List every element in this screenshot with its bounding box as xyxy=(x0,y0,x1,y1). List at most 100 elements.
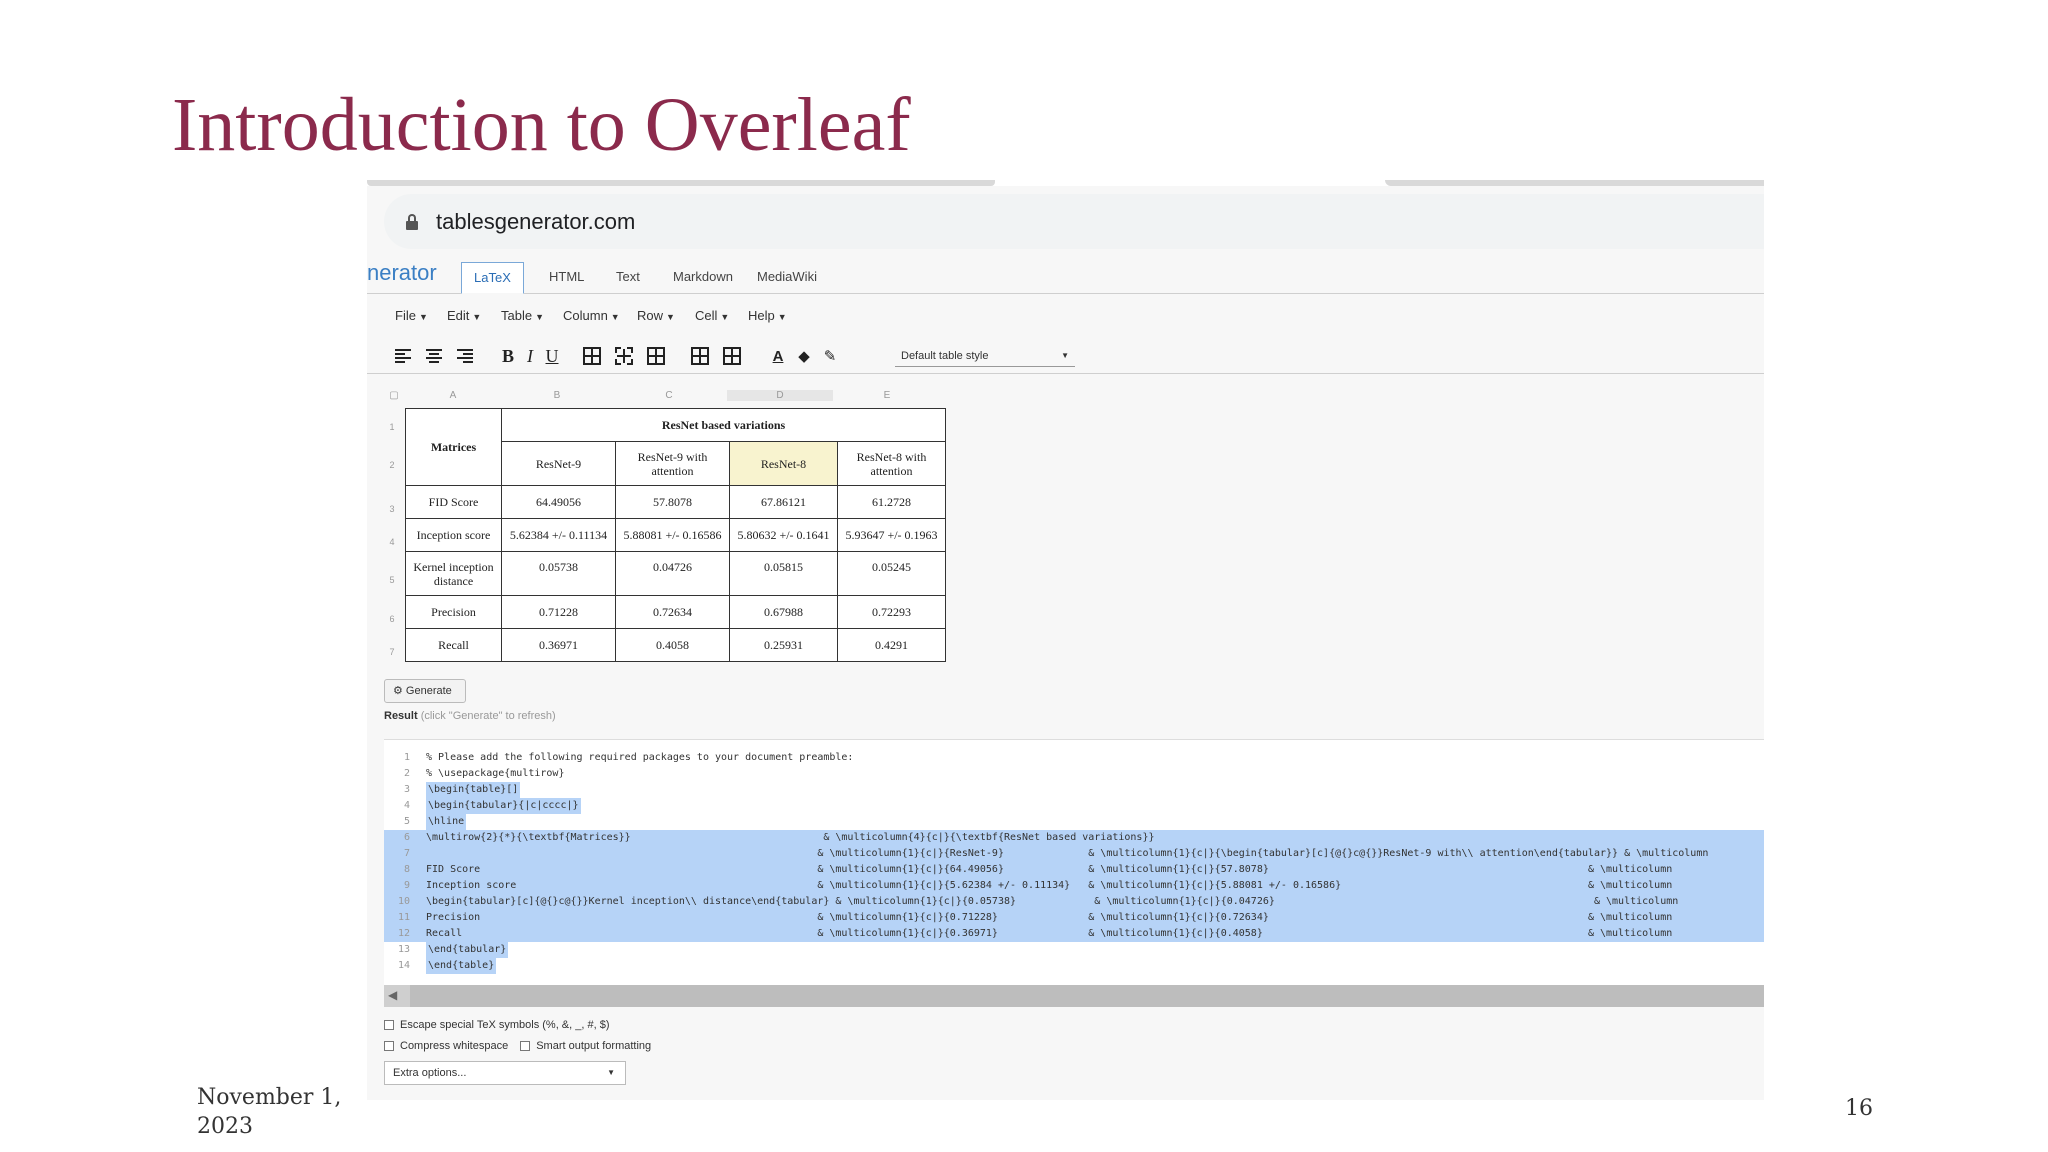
code-line[interactable]: 13 \end{tabular} xyxy=(384,942,1764,958)
underline-icon[interactable]: U xyxy=(541,345,563,367)
align-left-icon[interactable] xyxy=(392,345,414,367)
merge-cells-icon[interactable] xyxy=(689,345,711,367)
menu-file[interactable]: File ▼ xyxy=(395,308,428,323)
horizontal-scrollbar[interactable]: ◀ xyxy=(384,985,1764,1007)
table-cell[interactable]: Precision xyxy=(405,595,502,629)
scroll-left-icon[interactable]: ◀ xyxy=(388,988,397,1002)
menu-row[interactable]: Row ▼ xyxy=(637,308,675,323)
align-center-icon[interactable] xyxy=(423,345,445,367)
tab-markdown[interactable]: Markdown xyxy=(661,262,745,294)
menu-table[interactable]: Table ▼ xyxy=(501,308,544,323)
table-cell[interactable]: 0.05738 xyxy=(501,551,616,596)
clear-borders-icon[interactable] xyxy=(645,345,667,367)
all-borders-icon[interactable] xyxy=(581,345,603,367)
column-header-a[interactable]: A xyxy=(405,390,501,401)
table-cell[interactable]: 0.05245 xyxy=(837,551,946,596)
code-line[interactable]: 9 Inception score & \multicolumn{1}{c|}{5… xyxy=(384,878,1764,894)
table-cell[interactable]: 0.36971 xyxy=(501,628,616,662)
table-cell[interactable]: 0.72293 xyxy=(837,595,946,629)
table-cell[interactable]: 5.80632 +/- 0.1641 xyxy=(729,518,838,552)
column-header-d[interactable]: D xyxy=(727,390,833,401)
compress-whitespace-checkbox[interactable] xyxy=(384,1041,394,1051)
table-cell[interactable]: Recall xyxy=(405,628,502,662)
column-header-b[interactable]: B xyxy=(501,390,613,401)
column-header-c[interactable]: C xyxy=(613,390,725,401)
code-line[interactable]: 6 \multirow{2}{*}{\textbf{Matrices}} & \m… xyxy=(384,830,1764,846)
escape-tex-checkbox[interactable] xyxy=(384,1020,394,1030)
table-cell[interactable]: 0.72634 xyxy=(615,595,730,629)
table-cell[interactable]: 0.4291 xyxy=(837,628,946,662)
row-header-6[interactable]: 6 xyxy=(385,614,399,624)
code-text: \begin{tabular}[c]{@{}c@{}}Kernel incept… xyxy=(426,896,1679,907)
row-header-3[interactable]: 3 xyxy=(385,504,399,514)
tab-mediawiki[interactable]: MediaWiki xyxy=(745,262,829,294)
table-cell[interactable]: 61.2728 xyxy=(837,485,946,519)
table-cell[interactable]: ResNet-9 xyxy=(501,441,616,486)
table-cell[interactable]: Inception score xyxy=(405,518,502,552)
menu-help[interactable]: Help ▼ xyxy=(748,308,787,323)
code-line[interactable]: 14 \end{table} xyxy=(384,958,1764,974)
result-hint: (click "Generate" to refresh) xyxy=(420,710,556,722)
extra-options-select[interactable]: Extra options... ▼ xyxy=(384,1061,626,1085)
table-cell[interactable]: 5.93647 +/- 0.1963 xyxy=(837,518,946,552)
code-line[interactable]: 3 \begin{table}[] xyxy=(384,782,1764,798)
table-cell[interactable]: 0.25931 xyxy=(729,628,838,662)
table-cell[interactable]: 64.49056 xyxy=(501,485,616,519)
row-header-4[interactable]: 4 xyxy=(385,537,399,547)
row-header-2[interactable]: 2 xyxy=(385,460,399,470)
code-line[interactable]: 5 \hline xyxy=(384,814,1764,830)
code-line[interactable]: 7 & \multicolumn{1}{c|}{ResNet-9} & \mul… xyxy=(384,846,1764,862)
table-cell[interactable]: Kernel inception distance xyxy=(405,551,502,596)
scrollbar-thumb[interactable] xyxy=(410,985,1764,1007)
compress-whitespace-option[interactable]: Compress whitespace Smart output formatti… xyxy=(384,1040,651,1052)
row-header-7[interactable]: 7 xyxy=(385,647,399,657)
code-line[interactable]: 11 Precision & \multicolumn{1}{c|}{0.7122… xyxy=(384,910,1764,926)
generate-button[interactable]: ⚙ Generate xyxy=(384,679,466,703)
table-cell[interactable]: ResNet based variations xyxy=(501,408,946,442)
site-logo: nerator xyxy=(367,260,437,285)
italic-icon[interactable]: I xyxy=(519,345,541,367)
code-line[interactable]: 2 % \usepackage{multirow} xyxy=(384,766,1764,782)
table-cell[interactable]: 0.4058 xyxy=(615,628,730,662)
table-cell[interactable]: 67.86121 xyxy=(729,485,838,519)
table-cell[interactable]: 0.04726 xyxy=(615,551,730,596)
tab-latex[interactable]: LaTeX xyxy=(461,262,524,294)
latex-output-editor[interactable]: 1 % Please add the following required pac… xyxy=(384,739,1764,989)
tab-text[interactable]: Text xyxy=(604,262,652,294)
tab-html[interactable]: HTML xyxy=(537,262,596,294)
table-cell[interactable]: 5.62384 +/- 0.11134 xyxy=(501,518,616,552)
code-line[interactable]: 8 FID Score & \multicolumn{1}{c|}{64.4905… xyxy=(384,862,1764,878)
select-all-corner[interactable]: ▢ xyxy=(389,390,399,401)
table-cell[interactable]: 0.67988 xyxy=(729,595,838,629)
code-line[interactable]: 4 \begin{tabular}{|c|cccc|} xyxy=(384,798,1764,814)
table-cell[interactable]: 5.88081 +/- 0.16586 xyxy=(615,518,730,552)
row-header-5[interactable]: 5 xyxy=(385,575,399,585)
fill-color-icon[interactable]: ◆ xyxy=(793,345,815,367)
split-cells-icon[interactable] xyxy=(721,345,743,367)
table-cell[interactable]: FID Score xyxy=(405,485,502,519)
smart-formatting-checkbox[interactable] xyxy=(520,1041,531,1051)
text-color-icon[interactable]: A xyxy=(767,345,789,367)
escape-tex-option[interactable]: Escape special TeX symbols (%, &, _, #, … xyxy=(384,1019,610,1031)
row-header-1[interactable]: 1 xyxy=(385,422,399,432)
table-cell[interactable]: Matrices xyxy=(405,408,502,486)
table-cell[interactable]: ResNet-8 with attention xyxy=(837,441,946,486)
address-bar[interactable]: tablesgenerator.com xyxy=(384,194,1764,249)
code-line[interactable]: 12 Recall & \multicolumn{1}{c|}{0.36971} … xyxy=(384,926,1764,942)
table-cell-selected[interactable]: ResNet-8 xyxy=(729,441,838,486)
menu-edit[interactable]: Edit ▼ xyxy=(447,308,481,323)
menu-cell[interactable]: Cell ▼ xyxy=(695,308,729,323)
dashed-borders-icon[interactable] xyxy=(613,345,635,367)
column-header-e[interactable]: E xyxy=(833,390,941,401)
table-cell[interactable]: ResNet-9 with attention xyxy=(615,441,730,486)
menu-column[interactable]: Column ▼ xyxy=(563,308,620,323)
align-right-icon[interactable] xyxy=(454,345,476,367)
table-cell[interactable]: 0.71228 xyxy=(501,595,616,629)
bold-icon[interactable]: B xyxy=(497,345,519,367)
code-line[interactable]: 10 \begin{tabular}[c]{@{}c@{}}Kernel ince… xyxy=(384,894,1764,910)
clear-format-icon[interactable]: ✎ xyxy=(819,345,841,367)
table-cell[interactable]: 57.8078 xyxy=(615,485,730,519)
code-line[interactable]: 1 % Please add the following required pac… xyxy=(384,750,1764,766)
table-cell[interactable]: 0.05815 xyxy=(729,551,838,596)
table-style-select[interactable]: Default table style ▼ xyxy=(895,347,1075,367)
